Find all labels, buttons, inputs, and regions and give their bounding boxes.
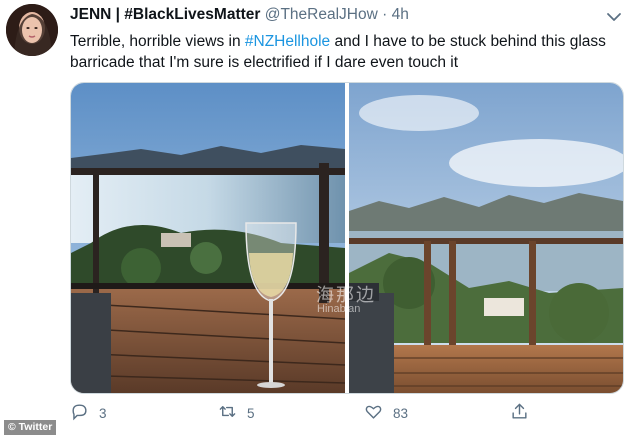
hashtag-link[interactable]: #NZHellhole <box>245 33 330 50</box>
display-name[interactable]: JENN | #BlackLivesMatter <box>70 6 260 23</box>
chevron-down-icon[interactable] <box>606 10 622 24</box>
retweet-count: 5 <box>247 405 255 421</box>
avatar[interactable] <box>6 4 58 56</box>
reply-count: 3 <box>99 405 107 421</box>
tweet-text-part1: Terrible, horrible views in <box>70 33 245 50</box>
photo-harbour-view[interactable] <box>349 83 623 393</box>
action-bar: 3 5 83 <box>70 402 540 426</box>
separator: · <box>382 6 388 23</box>
reply-button[interactable]: 3 <box>70 402 107 424</box>
retweet-icon <box>218 402 237 424</box>
like-button[interactable]: 83 <box>364 402 408 424</box>
share-button[interactable] <box>510 402 529 424</box>
like-icon <box>364 402 383 424</box>
like-count: 83 <box>393 405 409 421</box>
retweet-button[interactable]: 5 <box>218 402 255 424</box>
tweet-header: JENN | #BlackLivesMatter @TheRealJHow · … <box>70 6 409 24</box>
source-credit: © Twitter <box>4 420 57 435</box>
handle[interactable]: @TheRealJHow <box>265 6 378 23</box>
share-icon <box>510 402 529 424</box>
watermark-sub: Hinabian <box>317 303 361 315</box>
photo-balcony-champagne[interactable] <box>71 83 345 393</box>
reply-icon <box>70 402 89 424</box>
timestamp[interactable]: 4h <box>392 6 409 23</box>
tweet-text: Terrible, horrible views in #NZHellhole … <box>70 31 615 73</box>
tweet-media[interactable]: 海那边 Hinabian <box>70 82 624 394</box>
